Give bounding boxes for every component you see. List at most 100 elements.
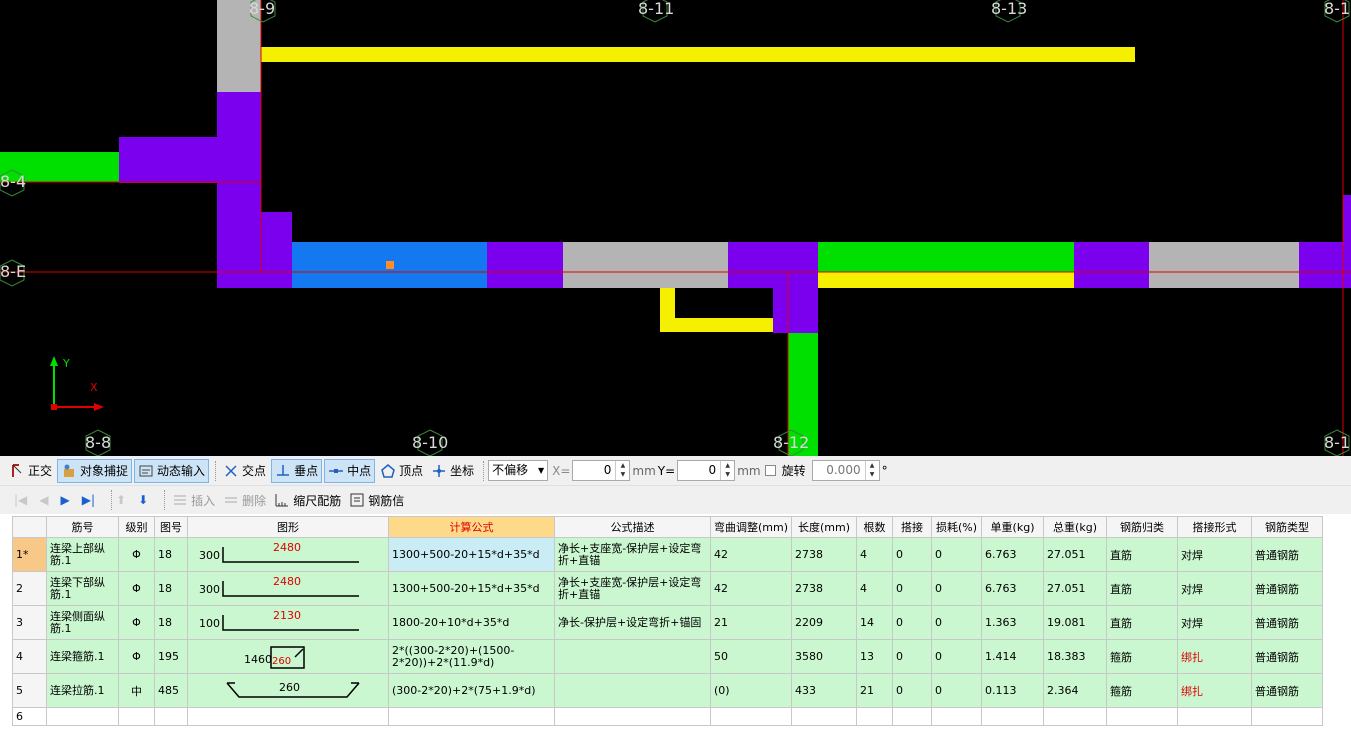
col-header[interactable]: 搭接形式: [1177, 516, 1253, 538]
rebar-name-cell[interactable]: [46, 707, 119, 726]
category-cell[interactable]: 直筋: [1106, 605, 1179, 640]
col-header[interactable]: 搭接: [892, 516, 933, 538]
last-record-icon[interactable]: ▶|: [82, 493, 95, 507]
selection-marker[interactable]: [386, 261, 394, 269]
total-weight-cell[interactable]: 27.051: [1043, 537, 1108, 572]
row-index[interactable]: 2: [12, 571, 47, 606]
lap-cell[interactable]: 0: [892, 639, 933, 674]
loss-cell[interactable]: 0: [931, 605, 983, 640]
col-header[interactable]: 总重(kg): [1043, 516, 1108, 538]
purple-beam-left[interactable]: [119, 137, 217, 183]
loss-cell[interactable]: 0: [931, 537, 983, 572]
formula-cell[interactable]: 1300+500-20+15*d+35*d: [388, 537, 555, 572]
loss-cell[interactable]: 0: [931, 673, 983, 708]
length-cell[interactable]: 2738: [791, 537, 858, 572]
bend-adjust-cell[interactable]: [709, 707, 793, 726]
col-header[interactable]: 钢筋类型: [1251, 516, 1324, 538]
lap-type-cell[interactable]: 对焊: [1177, 571, 1253, 606]
purple-beam-3[interactable]: [1074, 242, 1149, 288]
lap-cell[interactable]: 0: [892, 605, 933, 640]
category-cell[interactable]: 直筋: [1106, 571, 1179, 606]
row-index[interactable]: 3: [12, 605, 47, 640]
rebar-type-cell[interactable]: 普通钢筋: [1251, 571, 1324, 606]
formula-desc-cell[interactable]: [554, 673, 711, 708]
table-row[interactable]: 2 连梁下部纵筋.1 Φ 18 300 2480 1300+500-20+15*d+35*d…: [12, 571, 1324, 606]
count-cell[interactable]: 4: [856, 537, 894, 572]
bend-adjust-cell[interactable]: 42: [709, 537, 793, 572]
rotate-checkbox[interactable]: [764, 465, 776, 476]
y-spinner-icon[interactable]: ▲ ▼: [720, 461, 734, 480]
grade-cell[interactable]: Φ: [118, 537, 155, 572]
col-header[interactable]: 损耗(%): [931, 516, 983, 538]
count-cell[interactable]: 4: [856, 571, 894, 606]
formula-desc-cell[interactable]: [554, 639, 711, 674]
unit-weight-cell[interactable]: 6.763: [981, 537, 1045, 572]
length-cell[interactable]: 3580: [791, 639, 858, 674]
unit-weight-cell[interactable]: 1.414: [981, 639, 1045, 674]
unit-weight-cell[interactable]: 6.763: [981, 571, 1045, 606]
offset-select[interactable]: 不偏移 ▼: [488, 460, 549, 481]
rebar-type-cell[interactable]: 普通钢筋: [1251, 605, 1324, 640]
yellow-beam-top[interactable]: [261, 47, 1135, 62]
total-weight-cell[interactable]: 2.364: [1043, 673, 1108, 708]
count-cell[interactable]: 13: [856, 639, 894, 674]
coordinate-button[interactable]: 坐标: [428, 459, 477, 483]
rebar-type-cell[interactable]: 普通钢筋: [1251, 673, 1324, 708]
col-header[interactable]: 根数: [856, 516, 894, 538]
yellow-hook-h[interactable]: [660, 318, 773, 332]
length-cell[interactable]: 2738: [791, 571, 858, 606]
col-header[interactable]: 级别: [118, 516, 155, 538]
table-row[interactable]: 6: [12, 707, 1324, 726]
count-cell[interactable]: 14: [856, 605, 894, 640]
x-spinner-icon[interactable]: ▲ ▼: [615, 461, 629, 480]
col-header[interactable]: 公式描述: [554, 516, 711, 538]
midpoint-button[interactable]: 中点: [324, 458, 376, 483]
lap-type-cell[interactable]: 对焊: [1177, 605, 1253, 640]
figure-no-cell[interactable]: 18: [154, 537, 188, 572]
lap-type-cell[interactable]: [1177, 707, 1253, 726]
formula-cell[interactable]: 1300+500-20+15*d+35*d: [388, 571, 555, 606]
purple-column-low[interactable]: [773, 288, 818, 333]
first-record-icon[interactable]: |◀: [14, 493, 27, 507]
col-header[interactable]: 长度(mm): [791, 516, 858, 538]
purple-beam-1[interactable]: [487, 242, 563, 288]
col-header[interactable]: 弯曲调整(mm): [709, 516, 793, 538]
row-index[interactable]: 6: [12, 707, 47, 726]
figure-no-cell[interactable]: 18: [154, 605, 188, 640]
bend-adjust-cell[interactable]: 21: [709, 605, 793, 640]
loss-cell[interactable]: 0: [931, 571, 983, 606]
formula-desc-cell[interactable]: 净长+支座宽-保护层+设定弯折+直锚: [554, 571, 711, 606]
formula-cell[interactable]: [388, 707, 555, 726]
row-index[interactable]: 5: [12, 673, 47, 708]
count-cell[interactable]: [856, 707, 894, 726]
formula-desc-cell[interactable]: [554, 707, 711, 726]
lap-cell[interactable]: [892, 707, 933, 726]
unit-weight-cell[interactable]: 1.363: [981, 605, 1045, 640]
category-cell[interactable]: 箍筋: [1106, 673, 1179, 708]
grade-cell[interactable]: 中: [118, 673, 155, 708]
col-header[interactable]: 筋号: [46, 516, 119, 538]
unit-weight-cell[interactable]: [981, 707, 1045, 726]
shape-cell[interactable]: [187, 707, 389, 726]
grade-cell[interactable]: [118, 707, 155, 726]
table-row[interactable]: 3 连梁侧面纵筋.1 Φ 18 100 2130 1800-20+10*d+35*d 净长-保…: [12, 605, 1324, 640]
shape-cell[interactable]: 300 2480: [187, 537, 389, 572]
delete-button[interactable]: 删除: [220, 488, 269, 512]
dynamic-input-button[interactable]: 动态输入: [134, 458, 210, 483]
loss-cell[interactable]: 0: [931, 639, 983, 674]
prev-record-icon[interactable]: ◀: [39, 493, 48, 507]
rebar-name-cell[interactable]: 连梁上部纵筋.1: [46, 537, 119, 572]
lap-cell[interactable]: 0: [892, 571, 933, 606]
lap-cell[interactable]: 0: [892, 537, 933, 572]
object-snap-button[interactable]: 对象捕捉: [57, 458, 133, 483]
shape-cell[interactable]: 300 2480: [187, 571, 389, 606]
unit-weight-cell[interactable]: 0.113: [981, 673, 1045, 708]
lap-type-cell[interactable]: 绑扎: [1177, 673, 1253, 708]
row-index[interactable]: 4: [12, 639, 47, 674]
formula-cell[interactable]: 2*((300-2*20)+(1500-2*20))+2*(11.9*d): [388, 639, 555, 674]
drawing-canvas[interactable]: 8-9 8-11 8-13 8-1 8-4 8-E 8-8 8-10 8-12 …: [0, 0, 1351, 456]
rotate-input[interactable]: 0.000 ▲ ▼: [811, 460, 880, 481]
rebar-type-cell[interactable]: [1251, 707, 1324, 726]
table-row[interactable]: 1* 连梁上部纵筋.1 Φ 18 300 2480 1300+500-20+15*d+35*…: [12, 537, 1324, 572]
col-header[interactable]: 计算公式: [388, 516, 555, 538]
